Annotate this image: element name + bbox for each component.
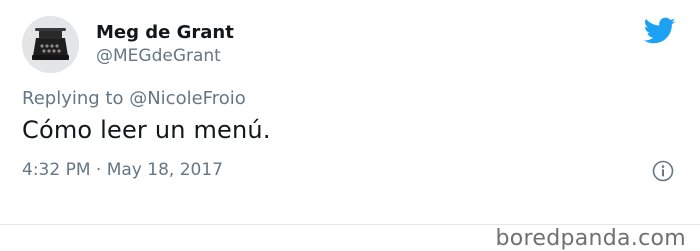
typewriter-avatar — [22, 16, 79, 73]
author-handle[interactable]: @MEGdeGrant — [96, 46, 221, 66]
watermark: boredpanda.com — [495, 226, 686, 251]
reply-prefix: Replying to — [22, 88, 124, 109]
tweet-card: Meg de Grant @MEGdeGrant Replying to @Ni… — [0, 0, 700, 226]
card-divider — [0, 224, 700, 225]
reply-mention-link[interactable]: @NicoleFroio — [129, 88, 246, 109]
tweet-timestamp[interactable]: 4:32 PM · May 18, 2017 — [22, 160, 223, 180]
author-name[interactable]: Meg de Grant — [96, 22, 234, 43]
reply-context: Replying to @NicoleFroio — [22, 88, 246, 109]
twitter-bird-icon[interactable] — [644, 17, 676, 45]
info-icon[interactable] — [652, 160, 674, 182]
avatar[interactable] — [22, 16, 79, 73]
tweet-text: Cómo leer un menú. — [22, 116, 271, 144]
